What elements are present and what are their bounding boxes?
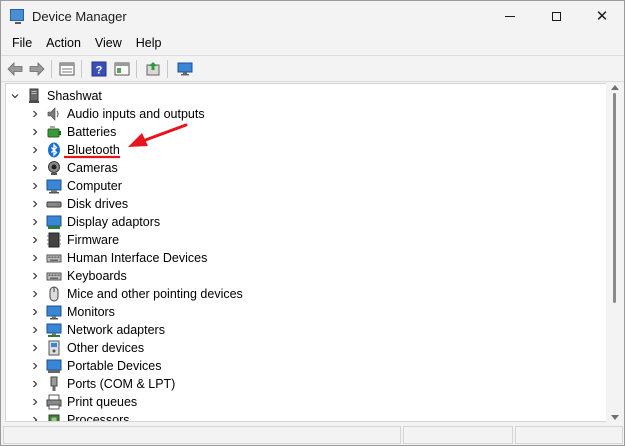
device-manager-app-icon [10, 9, 24, 24]
back-button[interactable] [5, 59, 25, 79]
help-icon: ? [91, 61, 107, 77]
maximize-button[interactable] [533, 1, 579, 32]
status-pane-3 [515, 426, 623, 444]
show-hide-console-tree-button[interactable] [112, 59, 132, 79]
minimize-button[interactable] [487, 1, 533, 32]
back-icon [7, 62, 23, 76]
toolbar-separator [81, 60, 82, 78]
properties-button[interactable] [57, 59, 77, 79]
close-button[interactable]: ✕ [579, 1, 624, 32]
svg-text:?: ? [96, 65, 103, 77]
forward-button[interactable] [27, 59, 47, 79]
menu-help[interactable]: Help [129, 36, 169, 50]
update-driver-icon [146, 62, 160, 76]
scroll-down-icon[interactable] [611, 415, 619, 420]
scroll-thumb[interactable] [613, 93, 616, 303]
window-title: Device Manager [32, 9, 127, 24]
status-bar [1, 423, 624, 445]
scan-hardware-icon [177, 62, 193, 76]
maximize-icon [551, 12, 561, 21]
menu-action[interactable]: Action [39, 36, 88, 50]
toolbar-separator [51, 60, 52, 78]
menu-view[interactable]: View [88, 36, 129, 50]
minimize-icon [505, 16, 515, 17]
scroll-up-icon[interactable] [611, 85, 619, 90]
annotation-arrow-head [128, 133, 148, 147]
annotation-arrow [64, 123, 188, 159]
help-button[interactable]: ? [89, 59, 109, 79]
status-pane-2 [403, 426, 513, 444]
properties-icon [59, 62, 75, 76]
scan-hardware-button[interactable] [175, 59, 195, 79]
update-driver-button[interactable] [143, 59, 163, 79]
annotation-arrow-shaft [138, 123, 188, 144]
close-icon: ✕ [595, 8, 609, 25]
forward-icon [29, 62, 45, 76]
device-tree-panel: Shashwat Audio inputs and outputs Batteri… [5, 83, 608, 422]
vertical-scrollbar[interactable] [606, 83, 623, 422]
status-pane-main [3, 426, 401, 444]
toolbar: ? [1, 55, 624, 82]
console-tree-icon [114, 62, 130, 76]
toolbar-separator [167, 60, 168, 78]
menu-bar: File Action View Help [1, 32, 624, 54]
menu-file[interactable]: File [5, 36, 39, 50]
device-manager-window: Device Manager ✕ File Action View Help ? [0, 0, 625, 446]
toolbar-separator [136, 60, 137, 78]
title-bar: Device Manager ✕ [1, 1, 624, 32]
